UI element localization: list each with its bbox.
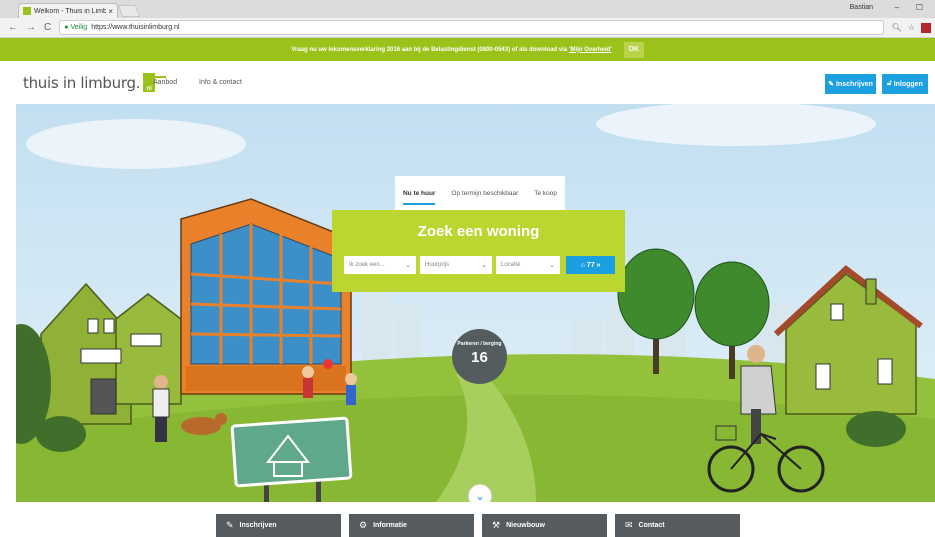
reload-icon[interactable]: C <box>44 22 51 33</box>
location-select-value: Locatie <box>501 262 521 268</box>
site-header: thuis in limburg. nl Aanbod Info & conta… <box>0 61 935 104</box>
register-button[interactable]: ✎ Inschrijven <box>825 74 876 94</box>
bottom-nav-label: Inschrijven <box>239 522 277 529</box>
bush <box>36 416 86 452</box>
tab-title: Welkom - Thuis in Limb <box>34 7 107 15</box>
cloud <box>596 104 876 146</box>
nav-info-contact[interactable]: Info & contact <box>199 79 242 86</box>
type-select-value: Ik zoek een... <box>349 262 385 268</box>
bottom-nav-label: Contact <box>638 522 665 529</box>
badge-label: Parkeren / berging <box>457 341 502 347</box>
address-bar: ← → C ● Veilig https://www.thuisinlimbur… <box>0 18 935 38</box>
browser-tab[interactable]: Welkom - Thuis in Limb × <box>18 3 118 18</box>
site-logo[interactable]: thuis in limburg. nl <box>23 73 167 92</box>
register-label: Inschrijven <box>835 80 873 88</box>
login-button[interactable]: 🔓︎ Inloggen <box>882 74 928 94</box>
nav-aanbod[interactable]: Aanbod <box>153 79 177 86</box>
bottom-nav: ✎ Inschrijven ⚙ Informatie ⚒ Nieuwbouw ✉… <box>0 502 935 537</box>
search-tabs: Nu te huur Op termijn beschikbaar Te koo… <box>395 176 565 210</box>
bottom-nav-inschrijven[interactable]: ✎ Inschrijven <box>216 514 341 537</box>
price-select-value: Huurprijs <box>425 262 450 268</box>
url-input[interactable]: ● Veilig https://www.thuisinlimburg.nl <box>59 20 884 35</box>
bottom-nav-label: Informatie <box>373 522 407 529</box>
gear-icon: ⚙ <box>359 520 368 530</box>
price-select[interactable]: Huurprijs ⌄ <box>420 256 492 274</box>
location-select[interactable]: Locatie ⌄ <box>496 256 560 274</box>
pencil-icon: ✎ <box>828 81 834 88</box>
tab-te-koop[interactable]: Te koop <box>534 190 557 197</box>
chat-icon: ✉ <box>625 520 633 530</box>
type-select[interactable]: Ik zoek een... ⌄ <box>344 256 416 274</box>
bottom-nav-label: Nieuwbouw <box>506 522 545 529</box>
maximize-icon[interactable]: ☐ <box>916 3 923 12</box>
new-tab-button[interactable] <box>117 5 141 17</box>
minimize-icon[interactable]: – <box>895 3 899 12</box>
notice-ok-button[interactable]: OK <box>623 41 644 58</box>
search-box: Zoek een woning Ik zoek een... ⌄ Huurpri… <box>332 210 625 292</box>
browser-user[interactable]: Bastian <box>850 4 873 11</box>
zoom-icon[interactable]: 🔍︎ <box>892 23 902 33</box>
logo-key-icon <box>152 76 167 78</box>
url-text: https://www.thuisinlimburg.nl <box>91 24 180 31</box>
favicon-icon <box>23 7 31 15</box>
browser-tab-bar: Welkom - Thuis in Limb × Bastian – ☐ <box>0 0 935 18</box>
bottom-nav-informatie[interactable]: ⚙ Informatie <box>349 514 474 537</box>
tab-nu-te-huur[interactable]: Nu te huur <box>402 190 436 205</box>
search-submit-label: 77 » <box>586 261 601 269</box>
chevron-down-icon: ⌄ <box>405 262 411 269</box>
logo-text: thuis in limburg. <box>23 73 141 92</box>
notice-bar: Vraag nu uw inkomensverklaring 2016 aan … <box>0 38 935 61</box>
badge-count: 16 <box>471 349 488 366</box>
home-icon: ⌂ <box>580 261 585 269</box>
tab-op-termijn[interactable]: Op termijn beschikbaar <box>451 190 518 197</box>
logo-tld: nl <box>146 86 152 92</box>
bottom-nav-nieuwbouw[interactable]: ⚒ Nieuwbouw <box>482 514 607 537</box>
back-icon[interactable]: ← <box>8 22 18 33</box>
login-label: Inloggen <box>893 80 923 88</box>
search-title: Zoek een woning <box>417 223 540 240</box>
notice-link[interactable]: 'Mijn Overheid' <box>569 47 612 53</box>
forward-icon[interactable]: → <box>26 22 36 33</box>
cloud <box>26 119 246 169</box>
chevron-down-icon: ⌄ <box>481 262 487 269</box>
lock-open-icon: 🔓︎ <box>887 80 892 87</box>
search-submit-button[interactable]: ⌂ 77 » <box>566 256 615 274</box>
secure-label: Veilig <box>70 24 88 31</box>
crane-icon: ⚒ <box>492 520 501 530</box>
parking-badge[interactable]: Parkeren / berging 16 <box>452 329 507 384</box>
extension-icon[interactable] <box>921 22 931 33</box>
bottom-nav-contact[interactable]: ✉ Contact <box>615 514 740 537</box>
hero-illustration <box>16 104 935 502</box>
notice-text: Vraag nu uw inkomensverklaring 2016 aan … <box>291 46 568 53</box>
chevron-down-icon: ⌄ <box>549 262 555 269</box>
star-icon[interactable]: ☆ <box>908 23 915 33</box>
lock-icon: ● <box>64 24 69 31</box>
pencil-icon: ✎ <box>226 520 234 530</box>
tab-close-icon[interactable]: × <box>108 7 113 16</box>
